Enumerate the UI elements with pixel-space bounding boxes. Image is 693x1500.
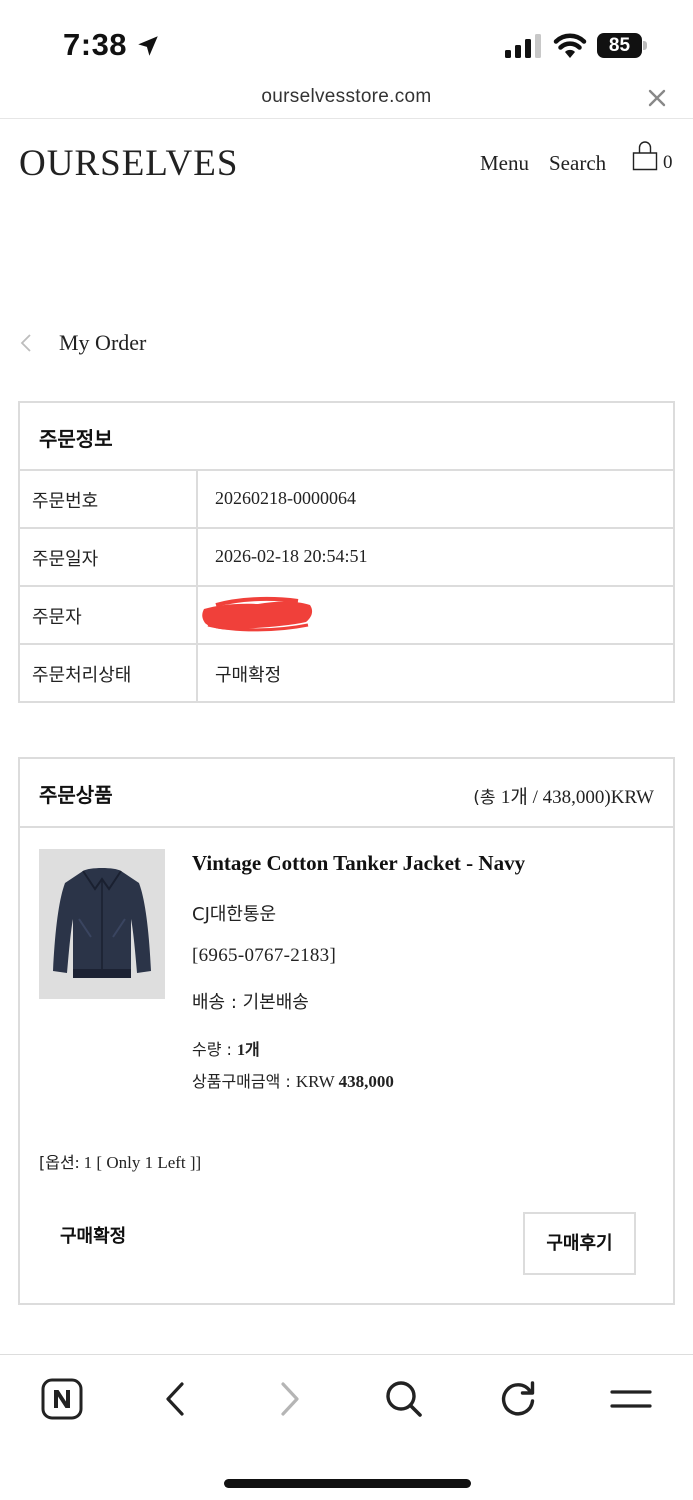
product-name[interactable]: Vintage Cotton Tanker Jacket - Navy bbox=[192, 851, 525, 876]
order-items-section: 주문상품 (총 1개 / 438,000)KRW Vintage Cotton … bbox=[18, 757, 675, 1305]
order-status-label: 주문처리상태 bbox=[32, 665, 132, 686]
order-number-label: 주문번호 bbox=[32, 491, 99, 512]
summary-count: 1개 bbox=[500, 787, 528, 808]
redacted-orderer-name bbox=[202, 596, 313, 632]
search-icon bbox=[386, 1381, 422, 1417]
quantity-value: 1개 bbox=[237, 1042, 260, 1059]
page-title: My Order bbox=[59, 330, 147, 355]
order-status-row: 주문처리상태 구매확정 bbox=[20, 645, 673, 703]
chevron-left-icon[interactable] bbox=[19, 332, 33, 354]
back-arrow-icon bbox=[166, 1382, 184, 1416]
order-info-table: 주문정보 주문번호 20260218-0000064 주문일자 2026-02-… bbox=[18, 401, 675, 703]
search-button[interactable] bbox=[380, 1375, 428, 1423]
tracking-number[interactable]: [6965-0767-2183] bbox=[192, 945, 336, 967]
order-date-label: 주문일자 bbox=[32, 549, 99, 570]
shipping-method: 배송 : 기본배송 bbox=[192, 992, 309, 1013]
order-items-header: 주문상품 (총 1개 / 438,000)KRW bbox=[20, 759, 673, 828]
naver-home-button[interactable] bbox=[38, 1375, 86, 1423]
write-review-button[interactable]: 구매후기 bbox=[523, 1212, 636, 1275]
refresh-button[interactable] bbox=[494, 1375, 542, 1423]
option-label: [옵션 bbox=[39, 1153, 75, 1172]
order-items-title: 주문상품 bbox=[39, 783, 113, 807]
url-text[interactable]: ourselvesstore.com bbox=[0, 86, 693, 108]
battery-icon: 85 bbox=[597, 33, 647, 58]
status-time: 7:38 bbox=[63, 27, 128, 62]
option-value: : 1 [ Only 1 Left ]] bbox=[74, 1153, 202, 1172]
wifi-icon bbox=[553, 33, 587, 58]
location-arrow-icon bbox=[138, 36, 158, 56]
order-status-value: 구매확정 bbox=[215, 665, 282, 686]
price-label: 상품구매금액 : bbox=[192, 1072, 296, 1091]
purchase-status: 구매확정 bbox=[60, 1226, 127, 1247]
order-date-value: 2026-02-18 20:54:51 bbox=[215, 546, 368, 566]
price-currency: KRW bbox=[295, 1072, 339, 1091]
search-link[interactable]: Search bbox=[549, 151, 606, 176]
refresh-icon bbox=[501, 1381, 535, 1416]
shopping-bag-icon[interactable] bbox=[631, 141, 659, 171]
signal-icon bbox=[505, 34, 541, 58]
battery-level: 85 bbox=[608, 35, 631, 56]
forward-button[interactable] bbox=[266, 1375, 314, 1423]
menu-button[interactable] bbox=[607, 1375, 655, 1423]
product-price: 상품구매금액 : KRW 438,000 bbox=[192, 1068, 394, 1092]
orderer-label: 주문자 bbox=[32, 607, 82, 628]
product-image[interactable] bbox=[39, 849, 165, 999]
menu-link[interactable]: Menu bbox=[480, 151, 529, 176]
order-number-value: 20260218-0000064 bbox=[215, 488, 356, 508]
jacket-image bbox=[39, 849, 165, 999]
orderer-row: 주문자 bbox=[20, 587, 673, 645]
order-info-title: 주문정보 bbox=[39, 427, 113, 451]
site-logo[interactable]: OURSELVES bbox=[19, 142, 238, 185]
home-indicator[interactable] bbox=[224, 1479, 471, 1488]
order-date-row: 주문일자 2026-02-18 20:54:51 bbox=[20, 529, 673, 587]
order-info-header: 주문정보 bbox=[20, 403, 673, 471]
menu-icon bbox=[610, 1390, 652, 1408]
address-bar[interactable]: ourselvesstore.com bbox=[0, 80, 693, 119]
naver-home-icon bbox=[41, 1378, 83, 1420]
browser-toolbar bbox=[0, 1354, 693, 1500]
price-value: 438,000 bbox=[338, 1072, 394, 1091]
forward-arrow-icon bbox=[281, 1382, 299, 1416]
back-button[interactable] bbox=[151, 1375, 199, 1423]
summary-prefix: (총 bbox=[473, 788, 501, 808]
quantity: 수량 : 1개 bbox=[192, 1036, 260, 1060]
cart-count[interactable]: 0 bbox=[663, 152, 673, 174]
summary-total: / 438,000)KRW bbox=[527, 787, 654, 808]
status-bar: 7:38 85 bbox=[0, 0, 693, 84]
order-items-summary: (총 1개 / 438,000)KRW bbox=[473, 782, 654, 809]
product-option: [옵션: 1 [ Only 1 Left ]] bbox=[39, 1149, 201, 1173]
courier-name: CJ대한통운 bbox=[192, 904, 277, 925]
quantity-label: 수량 : bbox=[192, 1040, 238, 1059]
close-icon[interactable] bbox=[647, 88, 667, 108]
order-number-row: 주문번호 20260218-0000064 bbox=[20, 471, 673, 529]
